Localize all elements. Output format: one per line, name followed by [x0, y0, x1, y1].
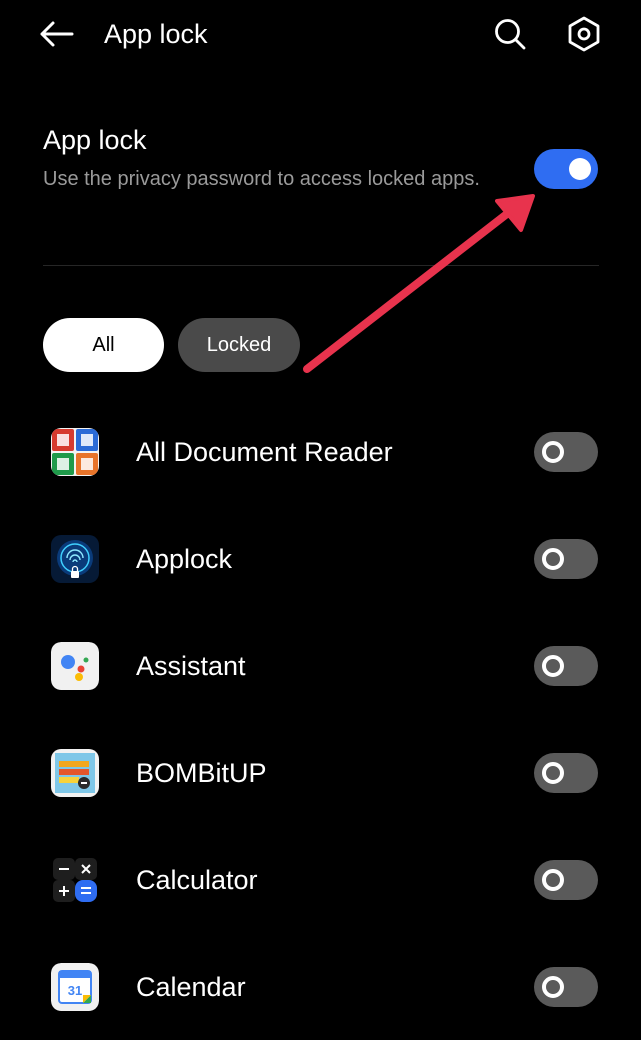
divider	[43, 265, 599, 266]
toggle-knob	[542, 976, 564, 998]
fingerprint-lock-icon	[51, 535, 99, 583]
filter-chip-all[interactable]: All	[43, 318, 164, 372]
app-row-bombitup[interactable]: BOMBitUP	[0, 719, 641, 826]
settings-button[interactable]	[562, 12, 606, 56]
app-name: All Document Reader	[136, 437, 393, 467]
app-name: BOMBitUP	[136, 758, 267, 788]
app-lock-toggle-assistant[interactable]	[534, 646, 598, 686]
back-button[interactable]	[34, 14, 78, 54]
search-button[interactable]	[488, 12, 532, 56]
hexagon-gear-icon	[568, 16, 600, 52]
google-assistant-icon	[51, 642, 99, 690]
calendar-icon: 31	[51, 963, 99, 1011]
toggle-knob	[542, 869, 564, 891]
app-row-assistant[interactable]: Assistant	[0, 612, 641, 719]
app-row-calculator[interactable]: Calculator	[0, 826, 641, 933]
app-row-applock[interactable]: Applock	[0, 505, 641, 612]
app-lock-title: App lock	[43, 125, 147, 155]
app-lock-toggle-applock[interactable]	[534, 539, 598, 579]
search-icon	[495, 19, 526, 50]
toggle-knob	[542, 548, 564, 570]
app-lock-description: Use the privacy password to access locke…	[43, 168, 480, 190]
page-title: App lock	[104, 19, 208, 49]
app-name: Calendar	[136, 972, 246, 1002]
app-name: Calculator	[136, 865, 258, 895]
filter-chip-locked[interactable]: Locked	[178, 318, 300, 372]
app-lock-toggle-all-document-reader[interactable]	[534, 432, 598, 472]
app-lock-toggle-calendar[interactable]	[534, 967, 598, 1007]
app-name: Assistant	[136, 651, 246, 681]
document-reader-icon	[51, 428, 99, 476]
toggle-knob	[569, 158, 591, 180]
toggle-knob	[542, 441, 564, 463]
app-lock-master-row[interactable]: App lock Use the privacy password to acc…	[43, 118, 599, 228]
calculator-icon	[51, 856, 99, 904]
arrow-left-icon	[40, 21, 74, 47]
app-row-all-document-reader[interactable]: All Document Reader	[0, 398, 641, 505]
app-lock-toggle-calculator[interactable]	[534, 860, 598, 900]
toggle-knob	[542, 762, 564, 784]
app-lock-toggle[interactable]	[534, 149, 598, 189]
bombitup-icon	[51, 749, 99, 797]
toggle-knob	[542, 655, 564, 677]
app-name: Applock	[136, 544, 233, 574]
top-app-bar: App lock	[0, 0, 641, 68]
calendar-day-label: 31	[68, 983, 82, 998]
app-lock-toggle-bombitup[interactable]	[534, 753, 598, 793]
